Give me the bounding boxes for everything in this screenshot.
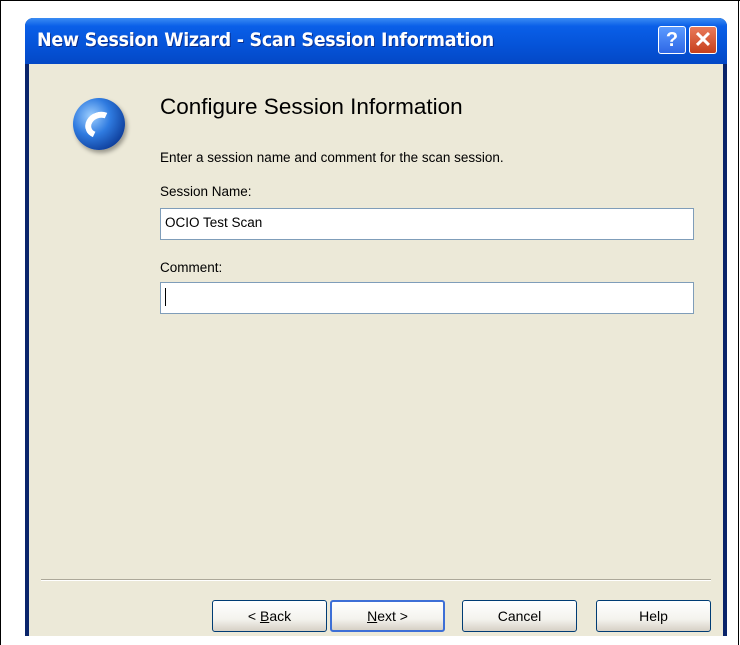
app-logo-icon bbox=[73, 98, 125, 150]
cancel-button[interactable]: Cancel bbox=[462, 600, 577, 632]
comment-label: Comment: bbox=[160, 260, 223, 275]
help-icon[interactable]: ? bbox=[658, 26, 686, 54]
back-prefix: < bbox=[247, 608, 260, 624]
window-title: New Session Wizard - Scan Session Inform… bbox=[37, 29, 494, 51]
frame-top-line bbox=[0, 0, 740, 1]
page-title: Configure Session Information bbox=[160, 94, 463, 119]
close-icon[interactable]: ✕ bbox=[689, 26, 717, 54]
session-name-label: Session Name: bbox=[160, 184, 252, 199]
title-bar[interactable]: New Session Wizard - Scan Session Inform… bbox=[25, 18, 727, 64]
back-button[interactable]: < Back bbox=[212, 600, 327, 632]
wizard-window: New Session Wizard - Scan Session Inform… bbox=[25, 18, 727, 636]
logo-swirl bbox=[81, 107, 119, 143]
next-button[interactable]: Next > bbox=[330, 600, 445, 632]
back-label-rest: ack bbox=[269, 608, 292, 624]
page-description: Enter a session name and comment for the… bbox=[160, 150, 504, 165]
button-separator bbox=[41, 579, 711, 581]
wizard-content: Configure Session Information Enter a se… bbox=[29, 64, 723, 636]
next-label-rest: ext > bbox=[377, 608, 408, 624]
help-button[interactable]: Help bbox=[596, 600, 711, 632]
frame-left-line bbox=[0, 0, 1, 645]
comment-input[interactable] bbox=[160, 282, 694, 314]
frame-right-line bbox=[738, 0, 739, 645]
next-mnemonic: N bbox=[367, 608, 378, 624]
text-caret bbox=[165, 288, 166, 306]
session-name-input[interactable]: OCIO Test Scan bbox=[160, 208, 694, 240]
back-mnemonic: B bbox=[259, 608, 270, 624]
